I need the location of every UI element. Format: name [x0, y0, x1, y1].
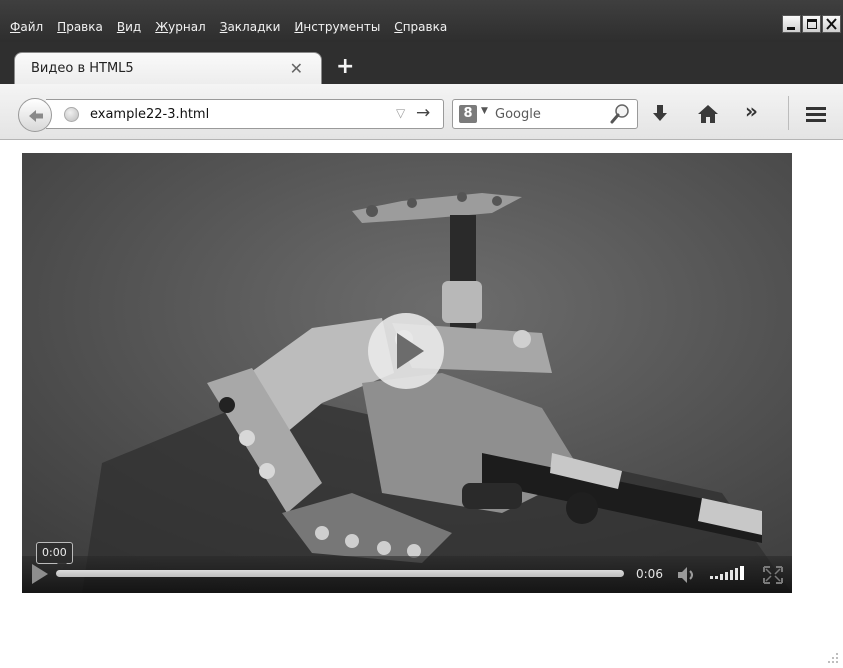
progress-bar[interactable] — [56, 570, 624, 577]
current-time-tooltip: 0:00 — [36, 542, 73, 569]
video-player[interactable]: 0:00 0:06 — [22, 153, 792, 593]
download-arrow-icon[interactable] — [651, 104, 669, 124]
maximize-icon — [807, 19, 817, 29]
overflow-chevron-icon[interactable]: » — [745, 99, 758, 123]
tab-active[interactable]: Видео в HTML5 ✕ — [14, 52, 322, 86]
menu-bar: Файл Правка Вид Журнал Закладки Инструме… — [4, 18, 455, 38]
search-magnifier-icon[interactable] — [609, 103, 631, 125]
maximize-button[interactable] — [802, 15, 821, 33]
globe-icon — [64, 107, 79, 122]
back-arrow-icon — [29, 110, 43, 122]
minimize-button[interactable] — [782, 15, 801, 33]
menu-bookmarks[interactable]: Закладки — [214, 18, 289, 38]
menu-help[interactable]: Справка — [388, 18, 455, 38]
home-icon[interactable] — [697, 104, 719, 124]
menu-view[interactable]: Вид — [111, 18, 149, 38]
menu-file[interactable]: Файл — [4, 18, 51, 38]
tab-strip: Видео в HTML5 ✕ + — [0, 42, 843, 86]
play-icon — [397, 333, 424, 369]
back-button[interactable] — [18, 98, 52, 132]
search-bar[interactable]: 8 ▼ Google — [452, 99, 638, 129]
navigation-toolbar: example22-3.html ▽ → 8 ▼ Google » — [0, 84, 843, 140]
menu-tools[interactable]: Инструменты — [288, 18, 388, 38]
window-controls — [781, 15, 841, 33]
tab-close-icon[interactable]: ✕ — [290, 59, 303, 78]
controls-play-icon[interactable] — [30, 562, 50, 586]
search-engine-icon[interactable]: 8 — [459, 105, 477, 123]
minimize-icon — [787, 27, 795, 30]
page-content: 0:00 0:06 — [0, 141, 843, 668]
url-bar[interactable]: example22-3.html ▽ → — [46, 99, 444, 129]
big-play-button[interactable] — [368, 313, 444, 389]
menu-history[interactable]: Журнал — [149, 18, 214, 38]
url-text[interactable]: example22-3.html — [90, 107, 209, 122]
engine-dropdown-icon[interactable]: ▼ — [481, 106, 488, 116]
new-tab-button[interactable]: + — [336, 54, 354, 79]
toolbar-separator — [788, 96, 789, 130]
volume-slider[interactable] — [710, 564, 756, 584]
fullscreen-icon[interactable] — [762, 565, 784, 585]
video-controls-bar: 0:00 0:06 — [22, 542, 792, 593]
hamburger-menu-icon[interactable] — [805, 106, 827, 122]
volume-icon[interactable] — [676, 566, 700, 584]
go-arrow-icon[interactable]: → — [416, 103, 430, 123]
menu-edit[interactable]: Правка — [51, 18, 111, 38]
duration-label: 0:06 — [636, 567, 663, 581]
resize-grip-icon[interactable] — [827, 652, 839, 664]
search-input[interactable]: Google — [495, 107, 541, 122]
window-titlebar: Файл Правка Вид Журнал Закладки Инструме… — [0, 0, 843, 42]
history-dropdown-icon[interactable]: ▽ — [396, 106, 405, 120]
close-icon — [826, 18, 837, 30]
tab-title: Видео в HTML5 — [31, 61, 134, 76]
close-window-button[interactable] — [822, 15, 841, 33]
